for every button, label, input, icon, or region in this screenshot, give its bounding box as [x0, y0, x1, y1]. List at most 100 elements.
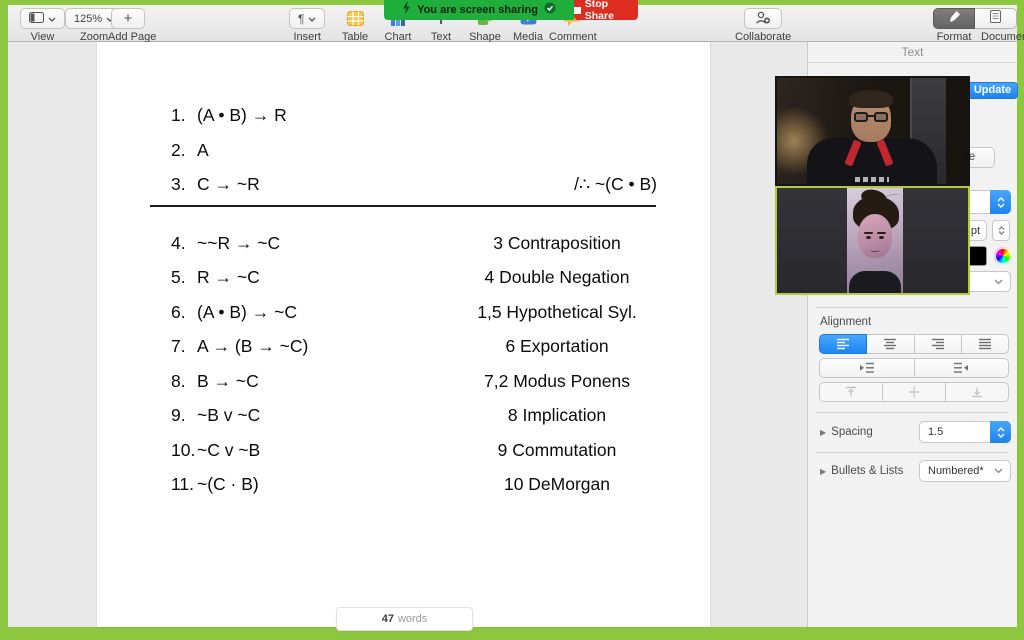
spacing-value: 1.5 [928, 426, 944, 438]
formula: C → ~R [197, 174, 260, 194]
justification: 1,5 Hypothetical Syl. [477, 301, 637, 322]
indent-controls [819, 358, 1009, 378]
proof-line: 1. (A • B) → R [97, 98, 710, 133]
document-button[interactable] [975, 8, 1017, 29]
spacing-row-label: ▶ Spacing [820, 426, 873, 438]
formula: (A • B) → ~C [197, 301, 297, 322]
bullets-row-label: ▶ Bullets & Lists [820, 465, 903, 477]
formula: A → (B → ~C) [197, 336, 309, 356]
screen-sharing-text: You are screen sharing [417, 4, 538, 16]
font-stepper[interactable] [990, 190, 1011, 214]
line-number: 10. [171, 439, 196, 460]
sidebar-title: Text [808, 42, 1017, 63]
document-page[interactable]: 1. (A • B) → R 2. A 3. C → ~R /∴ ~(C • B) 4… [97, 42, 710, 627]
proof-line: 4. ~~R → ~C 3 Contraposition [97, 226, 710, 261]
word-count-badge[interactable]: 47 words [336, 607, 473, 631]
proof-line: 8. B → ~C 7,2 Modus Ponens [97, 364, 710, 399]
view-button[interactable] [20, 8, 65, 29]
chevron-down-icon [308, 13, 316, 25]
justification: 3 Contraposition [493, 232, 621, 253]
justification: 6 Exportation [505, 336, 609, 356]
add-page-button[interactable]: + [110, 8, 146, 29]
disclosure-triangle-icon[interactable]: ▶ [820, 428, 826, 437]
stop-share-button[interactable]: Stop Share [574, 0, 638, 22]
spacing-label: Spacing [831, 426, 873, 438]
divider [816, 412, 1009, 413]
indent-button[interactable] [914, 358, 1009, 378]
sidebar-panel-icon [29, 11, 44, 26]
color-wheel-icon[interactable] [994, 247, 1012, 265]
collaborate-button[interactable] [744, 8, 782, 29]
chevron-down-icon [994, 465, 1003, 477]
premises-block: 1. (A • B) → R 2. A 3. C → ~R /∴ ~(C • B) [97, 98, 710, 202]
align-middle-button[interactable] [883, 382, 946, 402]
line-number: 9. [171, 405, 186, 425]
letterbox-bar [903, 188, 968, 293]
alignment-controls [819, 334, 1009, 354]
eyebrow [864, 232, 873, 234]
toolbar-insert: ¶ Insert [289, 8, 326, 43]
justification: 9 Commutation [497, 439, 617, 460]
divider [816, 307, 1009, 308]
eye [866, 236, 871, 239]
align-bottom-button[interactable] [946, 382, 1009, 402]
formula: ~(C · B) [197, 474, 259, 494]
toolbar-view: View [20, 8, 65, 43]
collaborate-person-icon [755, 11, 771, 27]
conclusion-goal: /∴ ~(C • B) [574, 174, 657, 194]
vertical-align-controls [819, 382, 1009, 402]
align-left-button[interactable] [819, 334, 868, 354]
paintbrush-icon [947, 10, 961, 28]
word-count-label: words [397, 613, 428, 625]
line-number: 11. [171, 474, 195, 494]
mouth [870, 248, 880, 252]
format-button[interactable] [933, 8, 975, 29]
document-icon [990, 9, 1001, 28]
line-number: 8. [171, 370, 186, 391]
formula: B → ~C [197, 370, 259, 391]
bullets-value: Numbered* [928, 465, 984, 477]
align-right-button[interactable] [914, 334, 962, 354]
shield-check-icon [544, 1, 556, 19]
align-top-button[interactable] [819, 382, 883, 402]
person-hair [849, 90, 893, 108]
formula: (A • B) → R [197, 105, 287, 125]
align-center-button[interactable] [867, 334, 915, 354]
spacing-dropdown[interactable]: 1.5 [919, 421, 1011, 443]
word-count-value: 47 [381, 613, 394, 625]
line-number: 6. [171, 301, 186, 322]
toolbar-collaborate: Collaborate [735, 8, 791, 43]
align-justify-button[interactable] [961, 334, 1009, 354]
disclosure-triangle-icon[interactable]: ▶ [820, 467, 826, 476]
spacing-stepper[interactable] [990, 421, 1011, 443]
formula: R → ~C [197, 267, 260, 287]
proof-line: 5. R → ~C 4 Double Negation [97, 260, 710, 295]
line-number: 7. [171, 336, 186, 356]
justification: 8 Implication [507, 405, 607, 425]
bullets-label: Bullets & Lists [831, 465, 904, 477]
insert-button[interactable]: ¶ [289, 8, 326, 29]
font-size-stepper[interactable] [992, 220, 1010, 241]
derivation-block: 4. ~~R → ~C 3 Contraposition 5. R → ~C 4 D… [97, 226, 710, 502]
chevron-down-icon [48, 13, 56, 25]
letterbox-bar [777, 188, 847, 293]
formula: ~B v ~C [197, 405, 261, 425]
bolt-icon [402, 1, 411, 19]
update-style-button[interactable]: Update [967, 82, 1018, 99]
bullets-dropdown[interactable]: Numbered* [919, 460, 1011, 482]
alignment-label: Alignment [820, 316, 872, 328]
line-number: 4. [171, 232, 186, 253]
chevron-down-icon [994, 276, 1003, 288]
outdent-button[interactable] [819, 358, 915, 378]
proof-line: 2. A [97, 133, 710, 168]
webcam-video-participant-2-active[interactable] [775, 186, 970, 295]
toolbar-table[interactable]: Table [340, 8, 370, 43]
justification: 10 DeMorgan [503, 474, 611, 494]
webcam-video-participant-1[interactable] [775, 76, 970, 186]
stop-icon [574, 6, 581, 14]
proof-line: 3. C → ~R /∴ ~(C • B) [97, 167, 710, 202]
paragraph-icon: ¶ [298, 11, 305, 26]
justification: 4 Double Negation [484, 267, 630, 287]
proof-divider-line [150, 204, 656, 207]
eye [879, 236, 884, 239]
